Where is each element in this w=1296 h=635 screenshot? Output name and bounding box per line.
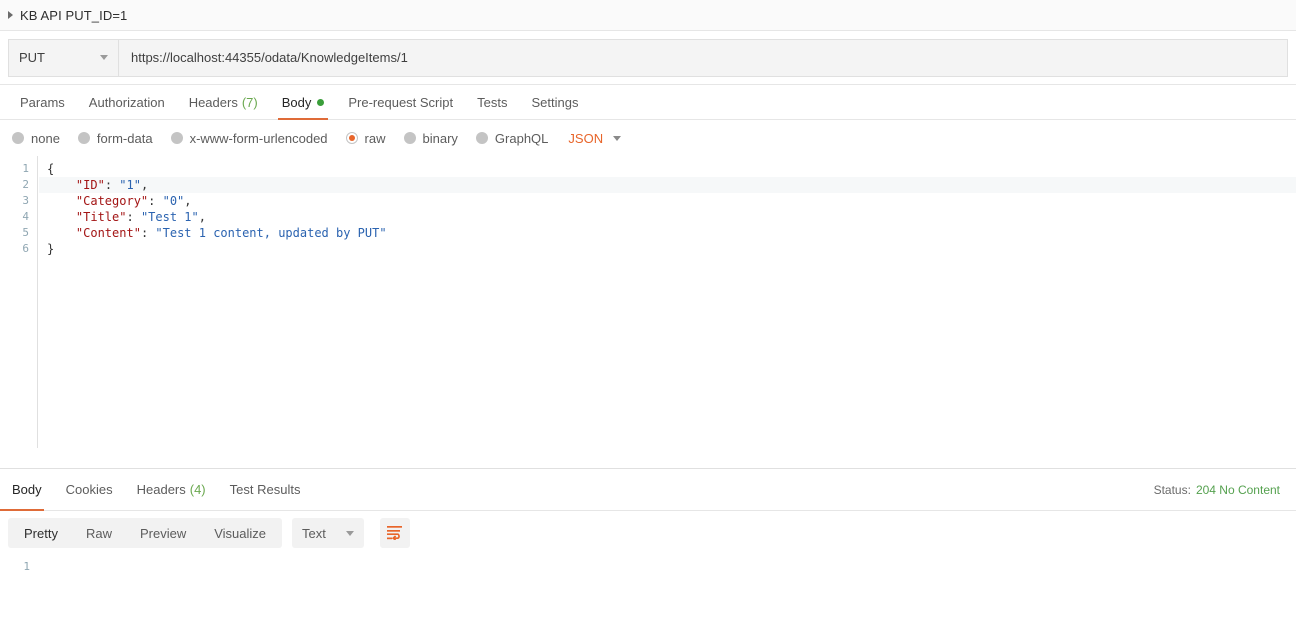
- response-view-preview[interactable]: Preview: [126, 520, 200, 546]
- chevron-down-icon: [613, 135, 622, 141]
- editor-code-area[interactable]: { "ID": "1", "Category": "0", "Title": "…: [39, 156, 1296, 448]
- editor-gutter: 1 2 3 4 5 6: [0, 156, 38, 448]
- response-tab-test-results[interactable]: Test Results: [218, 469, 313, 511]
- chevron-down-icon: [100, 55, 108, 60]
- line-number: 1: [22, 162, 29, 175]
- request-tab-headers[interactable]: Headers (7): [177, 85, 270, 119]
- tab-label: Body: [12, 482, 42, 497]
- status-code: 204 No Content: [1195, 482, 1280, 497]
- code-line[interactable]: "Title": "Test 1",: [39, 209, 1296, 225]
- response-view-pretty[interactable]: Pretty: [10, 520, 72, 546]
- request-title: KB API PUT_ID=1: [20, 7, 128, 23]
- response-tabs: Body Cookies Headers (4) Test Results Status…: [0, 469, 1296, 511]
- url-bar: PUT https://localhost:44355/odata/Knowle…: [0, 31, 1296, 85]
- response-content-type-label: Text: [302, 525, 326, 541]
- body-modified-dot-icon: [317, 98, 325, 106]
- body-format-label: JSON: [568, 130, 604, 146]
- body-type-label: none: [31, 130, 60, 146]
- code-line[interactable]: "ID": "1",: [39, 177, 1296, 193]
- http-method-select[interactable]: PUT: [8, 38, 118, 77]
- request-tab-authorization[interactable]: Authorization: [77, 85, 177, 119]
- response-view-visualize[interactable]: Visualize: [200, 520, 280, 546]
- body-format-select[interactable]: JSON: [568, 130, 622, 146]
- line-number: 4: [22, 210, 29, 223]
- tab-label: Params: [20, 94, 65, 110]
- response-body-line: [38, 555, 48, 575]
- http-method-label: PUT: [19, 50, 45, 65]
- url-input[interactable]: https://localhost:44355/odata/KnowledgeI…: [118, 38, 1288, 77]
- body-type-options: none form-data x-www-form-urlencoded raw bin…: [0, 120, 1296, 156]
- radio-icon[interactable]: [403, 132, 416, 144]
- request-body-editor[interactable]: 1 2 3 4 5 6 { "ID": "1", "Category": "0", "Ti…: [0, 156, 1296, 448]
- body-type-label: form-data: [96, 130, 153, 146]
- code-line[interactable]: }: [39, 241, 1296, 257]
- radio-icon[interactable]: [170, 132, 183, 144]
- radio-icon[interactable]: [475, 132, 488, 144]
- postman-window: KB API PUT_ID=1 PUT https://localhost:44…: [0, 0, 1296, 635]
- body-type-raw[interactable]: raw: [345, 130, 386, 146]
- line-number: 1: [23, 560, 30, 573]
- response-tab-body[interactable]: Body: [0, 469, 54, 511]
- tab-label: Body: [281, 94, 312, 110]
- code-line[interactable]: {: [39, 161, 1296, 177]
- line-number: 2: [22, 178, 29, 191]
- tab-count: (4): [189, 482, 206, 497]
- request-tab-settings[interactable]: Settings: [519, 85, 590, 119]
- body-type-label: x-www-form-urlencoded: [189, 130, 328, 146]
- request-tab-tests[interactable]: Tests: [465, 85, 519, 119]
- body-type-form-data[interactable]: form-data: [77, 130, 153, 146]
- response-body[interactable]: 1: [0, 555, 1296, 635]
- status-badge: Status: 204 No Content: [1154, 469, 1280, 510]
- tab-label: Settings: [531, 94, 579, 110]
- line-number: 6: [22, 242, 29, 255]
- code-line[interactable]: "Content": "Test 1 content, updated by P…: [39, 225, 1296, 241]
- tab-label: Headers: [188, 94, 238, 110]
- response-pane: Body Cookies Headers (4) Test Results Status…: [0, 468, 1296, 635]
- body-type-label: binary: [422, 130, 458, 146]
- request-tab-body[interactable]: Body: [270, 85, 337, 120]
- request-tab-params[interactable]: Params: [8, 85, 77, 119]
- response-content-type-select[interactable]: Text: [292, 518, 365, 548]
- status-label: Status:: [1153, 482, 1191, 497]
- response-toolbar: Pretty Raw Preview Visualize Text: [0, 511, 1296, 555]
- body-type-none[interactable]: none: [12, 131, 60, 146]
- body-type-x-www-form-urlencoded[interactable]: x-www-form-urlencoded: [170, 130, 328, 146]
- body-type-binary[interactable]: binary: [403, 130, 458, 146]
- body-type-label: raw: [364, 130, 386, 146]
- response-view-raw[interactable]: Raw: [72, 520, 126, 546]
- tab-label: Pre-request Script: [348, 94, 454, 110]
- radio-icon[interactable]: [77, 132, 90, 144]
- body-type-label: GraphQL: [494, 130, 549, 146]
- word-wrap-icon: [387, 526, 403, 540]
- tab-label: Headers: [136, 482, 186, 497]
- request-titlebar: KB API PUT_ID=1: [0, 0, 1296, 31]
- line-number: 5: [22, 226, 29, 239]
- tab-label: Test Results: [229, 482, 301, 497]
- response-body-row: 1: [0, 555, 1296, 575]
- word-wrap-button[interactable]: [380, 518, 411, 548]
- triangle-right-icon[interactable]: [8, 11, 13, 19]
- response-tab-cookies[interactable]: Cookies: [54, 469, 125, 511]
- tab-label: Authorization: [88, 94, 165, 110]
- chevron-down-icon: [346, 530, 355, 536]
- tab-count: (7): [241, 94, 258, 110]
- body-type-graphql[interactable]: GraphQL: [475, 130, 549, 146]
- response-view-modes: Pretty Raw Preview Visualize: [8, 518, 283, 548]
- request-tabs: Params Authorization Headers (7) Body Pre-req…: [0, 85, 1296, 120]
- tab-label: Tests: [477, 94, 508, 110]
- line-number: 3: [22, 194, 29, 207]
- request-tab-pre-request-script[interactable]: Pre-request Script: [336, 85, 465, 119]
- response-tab-headers[interactable]: Headers (4): [125, 469, 218, 511]
- tab-label: Cookies: [65, 482, 113, 497]
- code-line[interactable]: "Category": "0",: [39, 193, 1296, 209]
- radio-selected-icon[interactable]: [345, 132, 358, 144]
- radio-icon[interactable]: [12, 132, 24, 144]
